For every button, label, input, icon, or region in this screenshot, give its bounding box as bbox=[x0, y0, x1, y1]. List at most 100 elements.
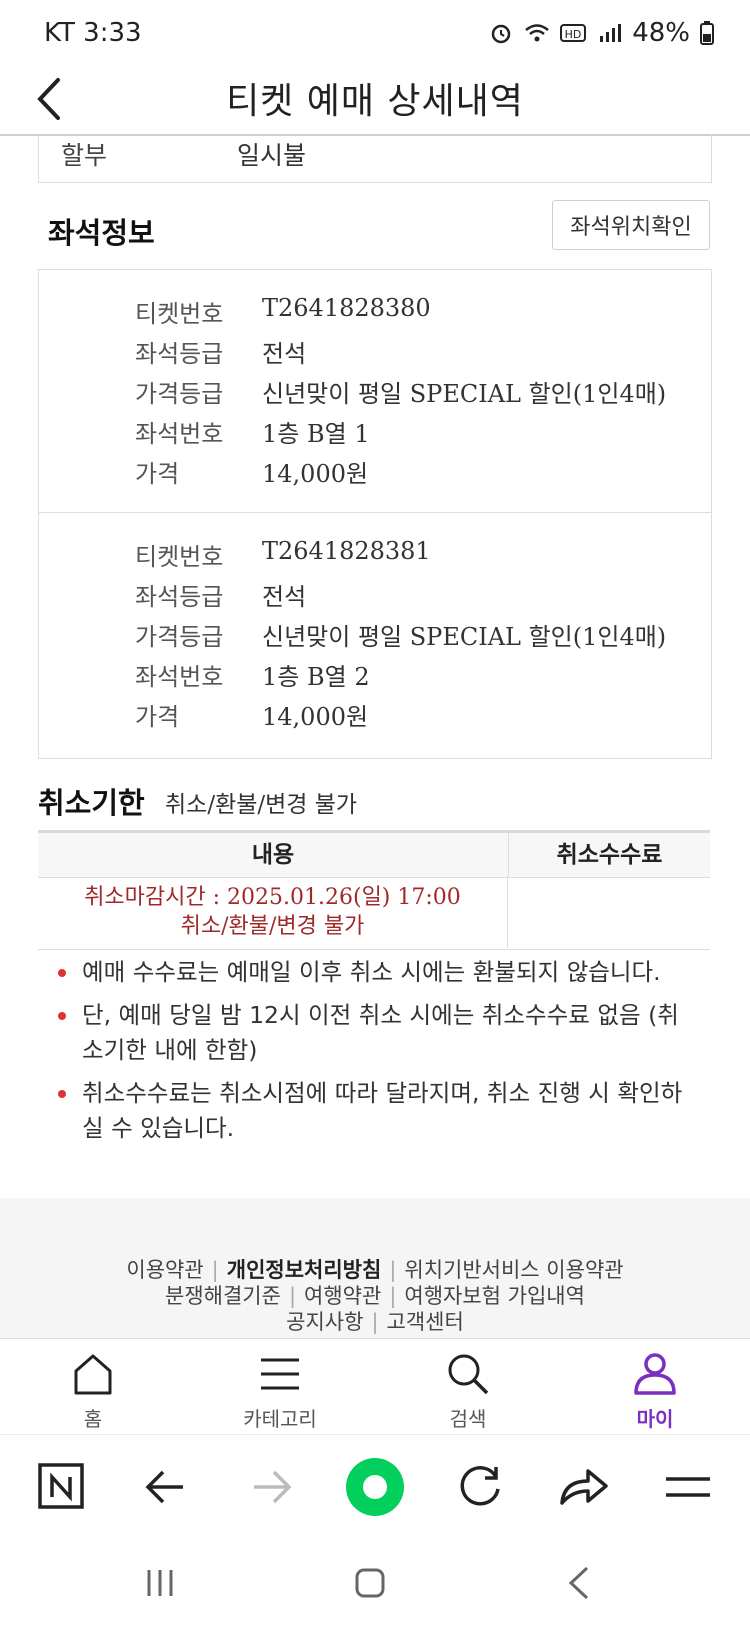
terms-link[interactable]: 이용약관 bbox=[126, 1258, 203, 1282]
share-icon[interactable] bbox=[552, 1455, 616, 1519]
fee-header: 취소수수료 bbox=[509, 833, 710, 878]
recent-apps-icon[interactable] bbox=[135, 1558, 185, 1608]
bottom-nav: 홈 카테고리 검색 마이 bbox=[0, 1338, 750, 1435]
nav-my[interactable]: 마이 bbox=[595, 1339, 715, 1435]
ticket-number: T2641828381 bbox=[262, 537, 431, 565]
cancel-deadline-time: 취소마감시간 : 2025.01.26(일) 17:00 bbox=[84, 885, 461, 910]
back-icon[interactable] bbox=[135, 1455, 199, 1519]
svg-text:HD: HD bbox=[565, 28, 582, 41]
signal-icon bbox=[600, 24, 622, 42]
menu-icon[interactable] bbox=[656, 1455, 720, 1519]
bullet-icon bbox=[58, 1012, 66, 1020]
row-label: 티켓번호 bbox=[135, 543, 224, 571]
seat-grade-row: 좌석등급 전석 bbox=[39, 334, 711, 374]
alarm-icon bbox=[491, 24, 511, 44]
nav-search[interactable]: 검색 bbox=[408, 1339, 528, 1435]
row-label: 가격 bbox=[135, 703, 180, 731]
customer-center-link[interactable]: 고객센터 bbox=[387, 1310, 464, 1334]
wifi-icon bbox=[525, 24, 549, 42]
row-label: 좌석번호 bbox=[135, 663, 224, 691]
nav-label: 검색 bbox=[449, 1407, 487, 1431]
footer-links-row: 공지사항 | 고객센터 bbox=[286, 1310, 464, 1334]
dispute-link[interactable]: 분쟁해결기준 bbox=[165, 1284, 281, 1308]
row-label: 좌석등급 bbox=[135, 340, 224, 368]
menu-icon bbox=[261, 1358, 299, 1390]
status-bar: KT 3:33 HD 48% bbox=[0, 0, 750, 70]
ticket-box: 티켓번호 T2641828381 좌석등급 전석 가격등급 신년맞이 평일 SP… bbox=[38, 512, 712, 759]
list-item: 취소수수료는 취소시점에 따라 달라지며, 취소 진행 시 확인하실 수 있습니… bbox=[50, 1076, 700, 1146]
home-button-icon[interactable] bbox=[345, 1558, 395, 1608]
row-label: 가격 bbox=[135, 460, 180, 488]
travel-terms-link[interactable]: 여행약관 bbox=[304, 1284, 381, 1308]
row-label: 티켓번호 bbox=[135, 300, 224, 328]
row-label: 좌석등급 bbox=[135, 583, 224, 611]
travel-insurance-link[interactable]: 여행자보험 가입내역 bbox=[404, 1284, 585, 1308]
battery-icon bbox=[700, 21, 714, 45]
price-row: 가격 14,000원 bbox=[39, 454, 711, 494]
home-icon bbox=[74, 1354, 112, 1395]
ticket-number: T2641828380 bbox=[262, 294, 431, 322]
cancel-notes-list: 예매 수수료는 예매일 이후 취소 시에는 환불되지 않습니다. 단, 예매 당… bbox=[50, 955, 700, 1154]
cancel-not-allowed: 취소/환불/변경 불가 bbox=[180, 914, 365, 939]
price-grade: 신년맞이 평일 SPECIAL 할인(1인4매) bbox=[262, 623, 667, 651]
notice-link[interactable]: 공지사항 bbox=[286, 1310, 363, 1334]
nav-home[interactable]: 홈 bbox=[33, 1339, 153, 1435]
payment-installment-row: 할부 일시불 bbox=[38, 134, 712, 183]
price: 14,000원 bbox=[262, 703, 369, 731]
page-title: 티켓 예매 상세내역 bbox=[226, 81, 524, 122]
search-icon bbox=[448, 1354, 489, 1395]
bullet-icon bbox=[58, 969, 66, 977]
seat-number-row: 좌석번호 1층 B열 1 bbox=[39, 414, 711, 454]
refresh-icon[interactable] bbox=[448, 1455, 512, 1519]
seat-grade-row: 좌석등급 전석 bbox=[39, 577, 711, 617]
system-nav-bar bbox=[0, 1540, 750, 1625]
location-terms-link[interactable]: 위치기반서비스 이용약관 bbox=[404, 1258, 623, 1282]
price-row: 가격 14,000원 bbox=[39, 697, 711, 737]
cancel-content-cell: 취소마감시간 : 2025.01.26(일) 17:00 취소/환불/변경 불가 bbox=[38, 878, 508, 948]
privacy-policy-link[interactable]: 개인정보처리방침 bbox=[227, 1258, 382, 1282]
row-label: 가격등급 bbox=[135, 380, 224, 408]
cancel-deadline-title: 취소기한 bbox=[38, 786, 145, 820]
cancel-deadline-subtitle: 취소/환불/변경 불가 bbox=[165, 792, 358, 818]
user-icon bbox=[634, 1353, 676, 1395]
ticket-number-row: 티켓번호 T2641828380 bbox=[39, 294, 711, 334]
installment-label: 할부 bbox=[61, 141, 108, 170]
nav-label: 마이 bbox=[636, 1407, 674, 1431]
seat-grade: 전석 bbox=[262, 340, 307, 368]
seat-location-button[interactable]: 좌석위치확인 bbox=[552, 200, 710, 250]
hd-icon: HD bbox=[560, 24, 587, 42]
nav-label: 홈 bbox=[83, 1407, 103, 1431]
naver-n-icon[interactable] bbox=[30, 1455, 94, 1519]
forward-icon[interactable] bbox=[240, 1455, 304, 1519]
price: 14,000원 bbox=[262, 460, 369, 488]
battery-percent: 48% bbox=[632, 18, 690, 48]
list-item: 예매 수수료는 예매일 이후 취소 시에는 환불되지 않습니다. bbox=[50, 955, 700, 990]
browser-toolbar bbox=[0, 1434, 750, 1541]
seat-number: 1층 B열 2 bbox=[262, 663, 370, 691]
seat-number: 1층 B열 1 bbox=[262, 420, 370, 448]
list-item: 단, 예매 당일 밤 12시 이전 취소 시에는 취소수수료 없음 (취소기한 … bbox=[50, 998, 700, 1068]
carrier-time: KT 3:33 bbox=[44, 18, 142, 48]
seat-number-row: 좌석번호 1층 B열 2 bbox=[39, 657, 711, 697]
row-label: 좌석번호 bbox=[135, 420, 224, 448]
price-grade-row: 가격등급 신년맞이 평일 SPECIAL 할인(1인4매) bbox=[39, 617, 711, 657]
system-back-icon[interactable] bbox=[555, 1558, 605, 1608]
seat-grade: 전석 bbox=[262, 583, 307, 611]
installment-value: 일시불 bbox=[237, 141, 307, 170]
ticket-box: 티켓번호 T2641828380 좌석등급 전석 가격등급 신년맞이 평일 SP… bbox=[38, 269, 712, 513]
cancel-fee-table: 내용 취소수수료 취소마감시간 : 2025.01.26(일) 17:00 취소… bbox=[38, 830, 710, 950]
app-header: 티켓 예매 상세내역 bbox=[0, 70, 750, 136]
ticket-number-row: 티켓번호 T2641828381 bbox=[39, 537, 711, 577]
nav-label: 카테고리 bbox=[243, 1407, 317, 1431]
footer: 이용약관 | 개인정보처리방침 | 위치기반서비스 이용약관 분쟁해결기준 | 여행약관 | 여… bbox=[0, 1198, 750, 1338]
cancel-fee-cell bbox=[509, 878, 710, 948]
row-label: 가격등급 bbox=[135, 623, 224, 651]
price-grade: 신년맞이 평일 SPECIAL 할인(1인4매) bbox=[262, 380, 667, 408]
seat-info-title: 좌석정보 bbox=[48, 216, 155, 250]
nav-category[interactable]: 카테고리 bbox=[220, 1339, 340, 1435]
status-icons: HD 48% bbox=[488, 18, 714, 48]
naver-green-dot-icon[interactable] bbox=[343, 1455, 407, 1519]
content-header: 내용 bbox=[38, 833, 509, 878]
price-grade-row: 가격등급 신년맞이 평일 SPECIAL 할인(1인4매) bbox=[39, 374, 711, 414]
bullet-icon bbox=[58, 1090, 66, 1098]
